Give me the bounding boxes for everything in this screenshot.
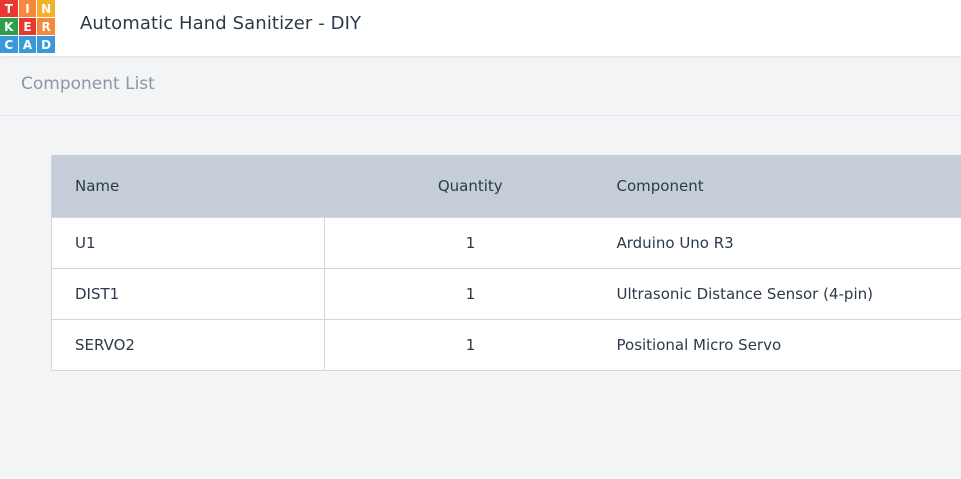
column-header-quantity[interactable]: Quantity	[324, 155, 617, 217]
section-header: Component List	[0, 56, 961, 116]
logo-letter: T	[0, 0, 18, 17]
cell-component: Arduino Uno R3	[616, 216, 961, 268]
logo-letter: A	[18, 36, 37, 53]
table-row: SERVO2 1 Positional Micro Servo	[52, 318, 961, 370]
cell-quantity: 1	[324, 318, 617, 370]
cell-name: DIST1	[52, 267, 325, 319]
column-header-component[interactable]: Component	[617, 155, 961, 217]
table-header-row: Name Quantity Component	[52, 155, 961, 217]
tinkercad-logo[interactable]: T I N K E R C A D	[0, 0, 55, 53]
cell-quantity: 1	[324, 216, 617, 268]
logo-letter: K	[0, 18, 18, 35]
table-row: U1 1 Arduino Uno R3	[52, 216, 961, 268]
component-table: Name Quantity Component U1 1 Arduino Uno…	[51, 155, 961, 371]
logo-letter: N	[37, 0, 55, 17]
logo-letter: D	[37, 36, 55, 53]
cell-component: Ultrasonic Distance Sensor (4-pin)	[616, 267, 961, 319]
cell-quantity: 1	[324, 267, 617, 319]
top-bar: T I N K E R C A D Automatic Hand Sanitiz…	[0, 0, 961, 56]
logo-letter: C	[0, 36, 18, 53]
section-title: Component List	[21, 74, 155, 94]
table-row: DIST1 1 Ultrasonic Distance Sensor (4-pi…	[52, 267, 961, 319]
logo-letter: E	[18, 18, 37, 35]
logo-letter: R	[37, 18, 55, 35]
cell-component: Positional Micro Servo	[616, 318, 961, 370]
cell-name: U1	[52, 216, 325, 268]
cell-name: SERVO2	[52, 318, 325, 370]
column-header-name[interactable]: Name	[52, 155, 324, 217]
logo-letter: I	[18, 0, 37, 17]
page-title: Automatic Hand Sanitizer - DIY	[80, 13, 362, 34]
